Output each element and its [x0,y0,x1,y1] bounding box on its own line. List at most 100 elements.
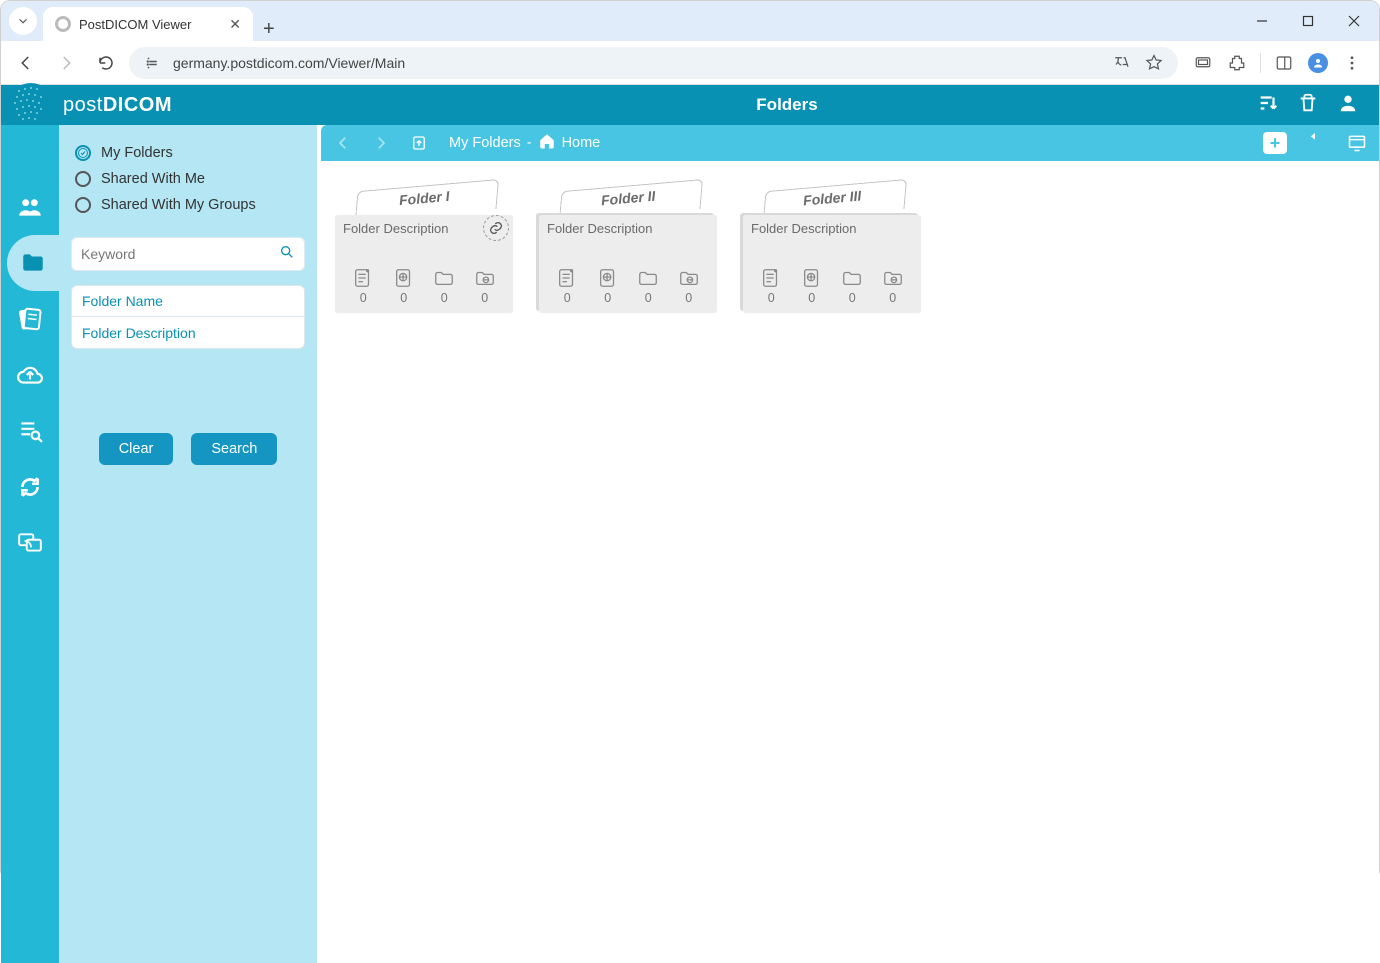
folder-card[interactable]: Folder II Folder Description 0000 [539,181,717,313]
folder-count: 0 [556,267,578,305]
header-actions [1257,92,1379,119]
nav-forward[interactable] [367,129,395,157]
radio-checked-icon [75,145,91,161]
page-title: Folders [317,95,1257,115]
radio-icon [75,197,91,213]
browser-tab[interactable]: PostDICOM Viewer ✕ [43,7,253,41]
main-area: My Folders - Home + Folder I [317,125,1379,963]
folders-grid: Folder I Folder Description 0000 Folder … [321,161,1379,333]
tab-list-button[interactable] [9,7,37,35]
breadcrumb: My Folders - Home [449,132,600,154]
folder-desc-field[interactable]: Folder Description [71,317,305,349]
folder-count: 0 [801,267,823,305]
new-tab-button[interactable]: + [263,18,275,41]
folder-count: 0 [678,267,700,305]
folder-count: 0 [637,267,659,305]
reload-button[interactable] [89,46,123,80]
field-label: Folder Name [82,293,163,309]
sort-icon[interactable] [1257,92,1279,119]
folder-description: Folder Description [547,221,709,236]
folder-tab: Folder I [335,181,513,215]
search-icon[interactable] [279,244,295,265]
view-mode-button[interactable] [1343,129,1371,157]
user-icon[interactable] [1337,92,1359,119]
radio-shared-with-me[interactable]: Shared With Me [75,171,301,187]
folder-body: Folder Description 0000 [335,215,513,313]
folder-count: 0 [393,267,415,305]
folder-card[interactable]: Folder I Folder Description 0000 [335,181,513,313]
radio-my-folders[interactable]: My Folders [75,145,301,161]
folder-counts: 0000 [547,267,709,307]
translate-icon[interactable] [1110,51,1134,75]
separator [1260,53,1261,73]
folder-name-field[interactable]: Folder Name [71,285,305,317]
brand[interactable]: postDICOM [1,83,317,127]
keyword-input[interactable] [81,246,273,262]
app-root: postDICOM Folders [1,85,1379,963]
radio-label: Shared With Me [101,171,205,187]
folder-counts: 0000 [751,267,913,307]
folder-body: Folder Description 0000 [743,215,921,313]
maximize-button[interactable] [1285,1,1331,41]
minimize-button[interactable] [1239,1,1285,41]
refresh-button[interactable] [1301,129,1329,157]
folder-count: 0 [597,267,619,305]
bookmark-icon[interactable] [1142,51,1166,75]
trash-icon[interactable] [1297,92,1319,119]
brand-light: post [63,94,103,116]
rail-monitors[interactable] [1,515,59,571]
filter-fields: Folder Name Folder Description [71,285,305,349]
extensions-icon[interactable] [1222,48,1252,78]
folder-count: 0 [352,267,374,305]
content-row: My Folders Shared With Me Shared With My… [1,125,1379,963]
folder-description: Folder Description [343,221,505,236]
crumb-home[interactable]: Home [562,135,601,151]
rail-patients[interactable] [1,179,59,235]
filter-panel: My Folders Shared With Me Shared With My… [59,125,317,963]
folder-count: 0 [433,267,455,305]
nav-up[interactable] [405,129,433,157]
folder-body: Folder Description 0000 [539,215,717,313]
folder-scope-radios: My Folders Shared With Me Shared With My… [71,139,305,223]
new-folder-button[interactable]: + [1263,132,1287,154]
url-text: germany.postdicom.com/Viewer/Main [173,55,1102,71]
folder-count: 0 [760,267,782,305]
tab-title: PostDICOM Viewer [79,17,221,32]
back-button[interactable] [9,46,43,80]
crumb-sep: - [527,135,532,151]
crumb-root[interactable]: My Folders [449,135,521,151]
folder-description: Folder Description [751,221,913,236]
profile-icon[interactable] [1303,48,1333,78]
site-settings-icon[interactable] [141,51,165,75]
nav-back[interactable] [329,129,357,157]
rail-search-list[interactable] [1,403,59,459]
rail-worklist[interactable] [1,291,59,347]
search-button[interactable]: Search [191,433,277,465]
browser-extensions [1184,48,1371,78]
clear-button[interactable]: Clear [99,433,174,465]
url-field[interactable]: germany.postdicom.com/Viewer/Main [129,47,1178,79]
browser-address-bar: germany.postdicom.com/Viewer/Main [1,41,1379,85]
close-tab-icon[interactable]: ✕ [229,16,241,33]
close-window-button[interactable] [1331,1,1377,41]
brand-bold: DICOM [103,94,172,116]
filter-buttons: Clear Search [71,433,305,465]
folder-card[interactable]: Folder III Folder Description 0000 [743,181,921,313]
forward-button[interactable] [49,46,83,80]
rail-folders[interactable] [7,235,59,291]
nav-rail [1,125,59,963]
field-label: Folder Description [82,325,196,341]
cast-icon[interactable] [1188,48,1218,78]
folder-counts: 0000 [343,267,505,307]
radio-label: My Folders [101,145,173,161]
link-icon [483,215,509,241]
rail-upload[interactable] [1,347,59,403]
radio-shared-groups[interactable]: Shared With My Groups [75,197,301,213]
folder-count: 0 [882,267,904,305]
keyword-search[interactable] [71,237,305,271]
radio-label: Shared With My Groups [101,197,256,213]
brand-logo-icon [9,83,53,127]
sidepanel-icon[interactable] [1269,48,1299,78]
rail-sync[interactable] [1,459,59,515]
menu-icon[interactable] [1337,48,1367,78]
